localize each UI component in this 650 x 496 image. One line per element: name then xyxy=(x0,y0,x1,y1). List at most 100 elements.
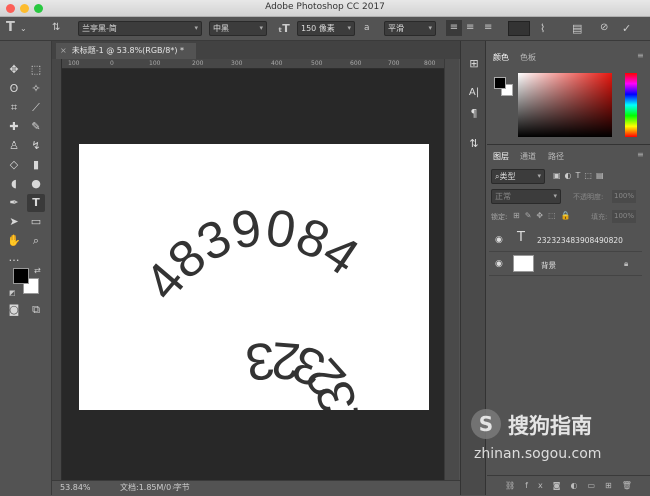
paragraph-panel-icon[interactable]: ¶ xyxy=(461,107,487,120)
eye-icon[interactable]: ◉ xyxy=(495,259,503,269)
blur-tool-icon[interactable]: ◖ xyxy=(5,175,23,193)
layer-name[interactable]: 232323483908490820 xyxy=(537,236,623,245)
gradient-tool-icon[interactable]: ▮ xyxy=(27,156,45,174)
swap-colors-icon[interactable]: ⇄ xyxy=(34,266,41,275)
layer-actions[interactable]: ⛓fx◙◐▭⊞🗑 xyxy=(505,481,642,490)
clone-stamp-tool-icon[interactable]: ♙ xyxy=(5,137,23,155)
lock-icon: 🔒︎ xyxy=(624,259,629,268)
align-left-icon[interactable]: ≡ xyxy=(446,20,462,36)
lasso-tool-icon[interactable]: ʘ xyxy=(5,80,23,98)
default-colors-icon[interactable]: ◩ xyxy=(9,289,16,297)
panel-menu-icon[interactable]: ≡ xyxy=(637,51,644,60)
ruler-number: 800 xyxy=(424,60,436,67)
quick-mask-icon[interactable]: ◙ xyxy=(5,301,23,319)
magic-wand-tool-icon[interactable]: ✧ xyxy=(27,80,45,98)
color-panel: 颜色 色板 ≡ xyxy=(487,41,650,144)
foreground-color-swatch[interactable] xyxy=(13,268,29,284)
brush-tool-icon[interactable]: ✎ xyxy=(27,118,45,136)
pen-tool-icon[interactable]: ✒ xyxy=(5,194,23,212)
tab-channels[interactable]: 通道 xyxy=(520,151,536,162)
fill-field[interactable]: 100% xyxy=(612,210,636,223)
rectangle-tool-icon[interactable]: ▭ xyxy=(27,213,45,231)
history-panel-icon[interactable]: ⊞ xyxy=(461,57,487,70)
screen-mode-icon[interactable]: ⧉ xyxy=(27,301,45,319)
dodge-tool-icon[interactable]: ● xyxy=(27,175,45,193)
text-color-swatch[interactable] xyxy=(508,21,530,36)
layer-row[interactable]: ◉ 背景 🔒︎ xyxy=(489,252,642,276)
font-family-select[interactable]: 兰亭黑-简 ▾ xyxy=(78,21,202,36)
chevron-down-icon: ▾ xyxy=(553,192,557,200)
history-brush-tool-icon[interactable]: ↯ xyxy=(27,137,45,155)
ruler-number: 100 xyxy=(149,60,161,67)
more-tools-icon[interactable]: … xyxy=(5,249,23,267)
arc-text-layer[interactable]: 4839084 232323 xyxy=(79,144,429,438)
layer-filter-icons[interactable]: ▣◐T⬚▤ xyxy=(553,171,608,180)
warp-text-icon[interactable]: ⌇ xyxy=(540,22,545,35)
document-tabs: × 未标题-1 @ 53.8%(RGB/8*) * xyxy=(52,41,460,59)
opacity-field[interactable]: 100% xyxy=(612,190,636,203)
document-info[interactable]: 文档:1.85M/0 字节 xyxy=(120,481,190,495)
type-tool-icon[interactable]: T xyxy=(27,194,45,212)
blend-mode-select[interactable]: 正常 ▾ xyxy=(491,189,561,204)
canvas-area[interactable]: 4839084 232323 xyxy=(62,69,444,480)
font-style-select[interactable]: 中黑 ▾ xyxy=(209,21,267,36)
layer-filter-select[interactable]: ⌕类型 ▾ xyxy=(491,169,545,184)
vertical-scrollbar[interactable] xyxy=(444,59,459,480)
lock-icons[interactable]: ⊞✎✥⬚🔒 xyxy=(513,211,576,220)
align-right-icon[interactable]: ≡ xyxy=(484,22,492,33)
eyedropper-tool-icon[interactable]: ⟋ xyxy=(27,99,45,117)
character-panel-icon[interactable]: A| xyxy=(461,87,487,98)
layer-name[interactable]: 背景 xyxy=(541,260,556,271)
zoom-tool-icon[interactable]: ⌕ xyxy=(27,232,45,250)
color-field[interactable] xyxy=(518,73,612,137)
ruler-number: 500 xyxy=(311,60,323,67)
tab-color[interactable]: 颜色 xyxy=(493,52,509,63)
eye-icon[interactable]: ◉ xyxy=(495,235,503,245)
ruler-number: 0 xyxy=(110,60,114,67)
close-tab-icon[interactable]: × xyxy=(60,46,67,55)
status-chevron-icon[interactable]: › xyxy=(172,481,175,495)
antialias-value: 平滑 xyxy=(388,24,404,33)
arc-text-bottom-path: 232323 xyxy=(243,330,372,438)
properties-panel-icon[interactable]: ⇅ xyxy=(461,137,487,150)
document-tab[interactable]: × 未标题-1 @ 53.8%(RGB/8*) * xyxy=(56,43,196,59)
panel-menu-icon[interactable]: ≡ xyxy=(637,150,644,159)
title-bar: Adobe Photoshop CC 2017 xyxy=(0,0,650,17)
chevron-down-icon: ▾ xyxy=(537,172,541,180)
foreground-color-chip[interactable] xyxy=(494,77,506,89)
opacity-label: 不透明度: xyxy=(573,193,604,201)
antialias-select[interactable]: 平滑 ▾ xyxy=(384,21,436,36)
document-canvas[interactable]: 4839084 232323 xyxy=(79,144,429,438)
chevron-down-icon: ▾ xyxy=(259,24,263,32)
vertical-ruler[interactable] xyxy=(52,59,62,480)
horizontal-ruler[interactable]: 100 0 100 200 300 400 500 600 700 800 xyxy=(62,59,444,69)
move-tool-icon[interactable]: ✥ xyxy=(5,61,23,79)
tab-swatches[interactable]: 色板 xyxy=(520,52,536,63)
healing-brush-tool-icon[interactable]: ✚ xyxy=(5,118,23,136)
crop-tool-icon[interactable]: ⌗ xyxy=(5,99,23,117)
path-selection-tool-icon[interactable]: ➤ xyxy=(5,213,23,231)
hand-tool-icon[interactable]: ✋ xyxy=(5,232,23,250)
blend-mode-value: 正常 xyxy=(495,192,511,201)
tab-layers[interactable]: 图层 xyxy=(493,151,509,162)
chevron-down-icon: ▾ xyxy=(347,24,351,32)
font-family-value: 兰亭黑-简 xyxy=(82,24,117,33)
lock-label: 锁定: xyxy=(491,213,508,221)
zoom-level[interactable]: 53.84% xyxy=(60,481,91,495)
cancel-edit-icon[interactable]: ⊘ xyxy=(600,22,608,33)
ruler-number: 200 xyxy=(192,60,204,67)
hue-slider[interactable] xyxy=(625,73,637,137)
type-tool-preset-icon[interactable]: T xyxy=(6,20,15,35)
layer-row[interactable]: ◉ T 232323483908490820 xyxy=(489,228,642,252)
font-size-value: 150 像素 xyxy=(301,24,335,33)
marquee-tool-icon[interactable]: ⬚ xyxy=(27,61,45,79)
antialias-label: a xyxy=(364,23,370,33)
align-center-icon[interactable]: ≡ xyxy=(466,22,474,33)
character-panel-icon[interactable]: ▤ xyxy=(572,22,582,35)
chevron-down-icon[interactable]: ⌄ xyxy=(20,24,27,33)
font-size-select[interactable]: 150 像素 ▾ xyxy=(297,21,355,36)
tab-paths[interactable]: 路径 xyxy=(548,151,564,162)
toggle-text-orientation-icon[interactable]: ⇅ xyxy=(52,22,60,33)
commit-edit-icon[interactable]: ✓ xyxy=(622,22,631,35)
eraser-tool-icon[interactable]: ◇ xyxy=(5,156,23,174)
